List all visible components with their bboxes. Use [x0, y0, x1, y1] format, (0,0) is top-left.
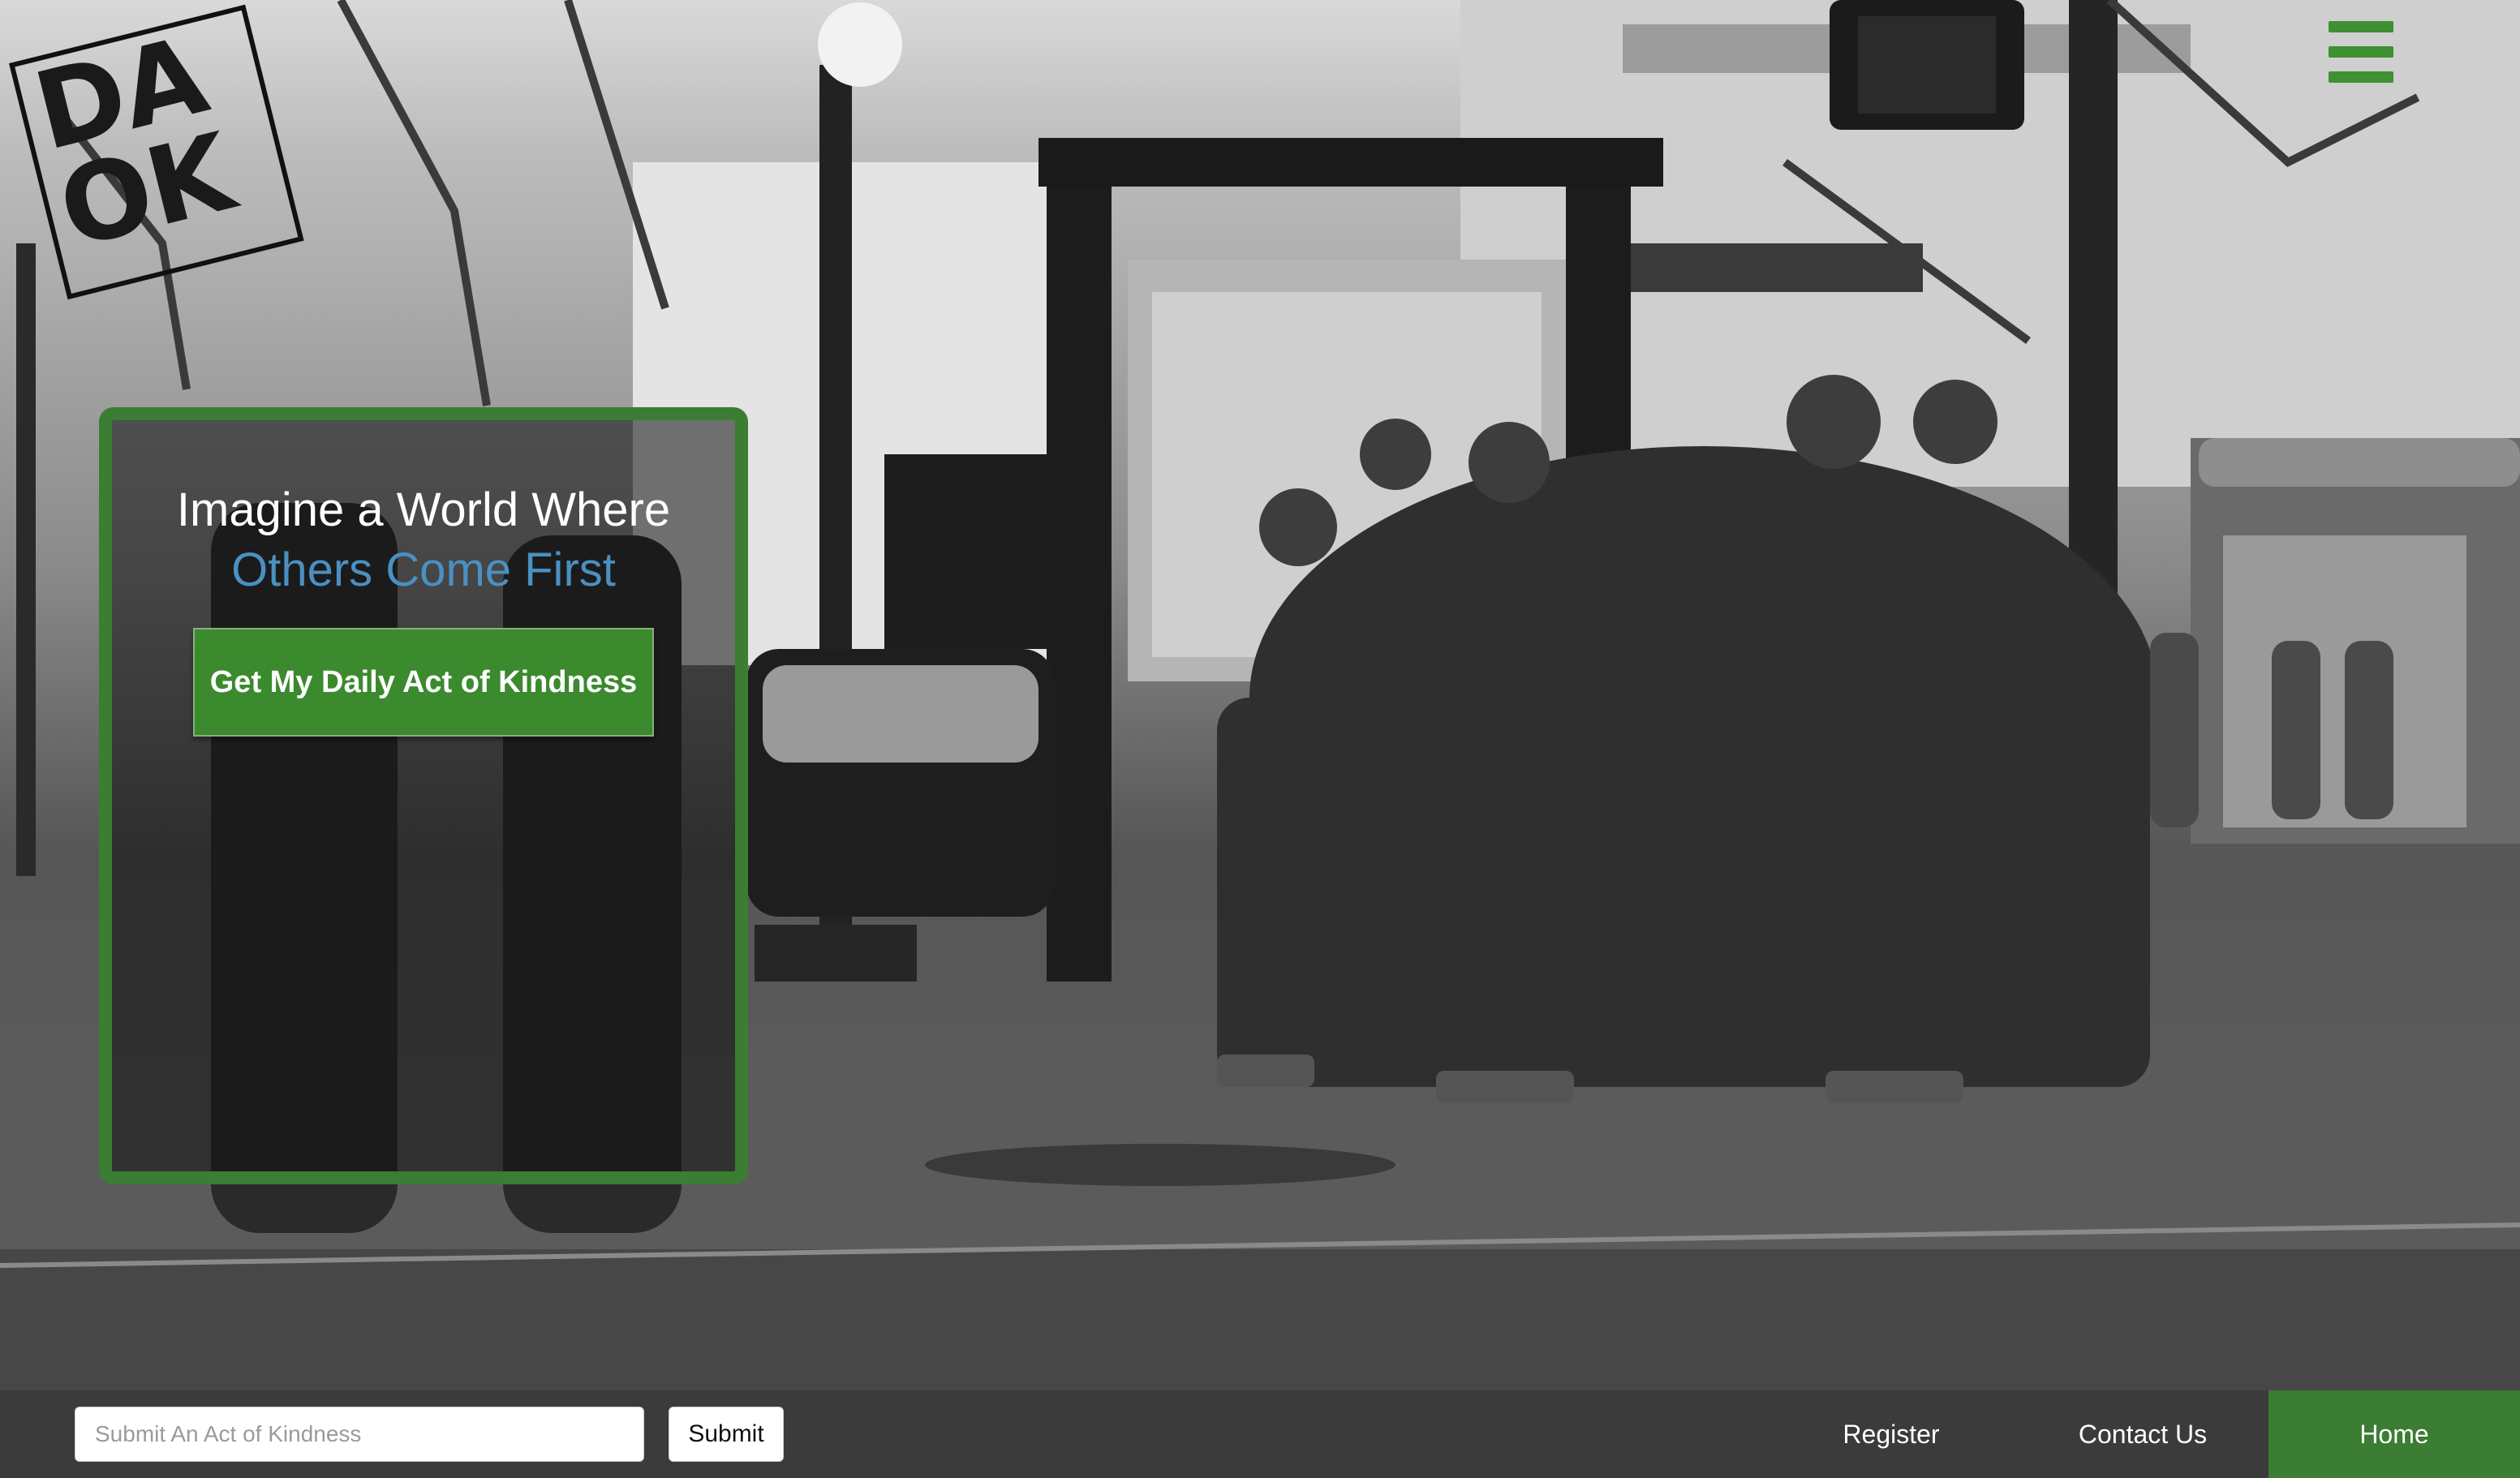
hero-card: Imagine a World Where Others Come First … — [99, 407, 748, 1184]
bottom-bar: Submit Register Contact Us Home — [0, 1390, 2520, 1478]
page: DA OK Imagine a World Where Others Come … — [0, 0, 2520, 1478]
nav-contact-us[interactable]: Contact Us — [2017, 1390, 2268, 1478]
hero-title-line-1: Imagine a World Where — [176, 483, 671, 536]
hamburger-menu-icon[interactable] — [2329, 21, 2393, 83]
daily-act-of-kindness-button[interactable]: Get My Daily Act of Kindness — [193, 628, 654, 737]
main-nav: Register Contact Us Home — [1765, 1390, 2520, 1478]
hamburger-bar — [2329, 71, 2393, 83]
daok-logo[interactable]: DA OK — [0, 0, 316, 300]
nav-register[interactable]: Register — [1765, 1390, 2017, 1478]
submit-button[interactable]: Submit — [669, 1407, 784, 1462]
submit-kindness-input[interactable] — [75, 1407, 644, 1462]
hero-title-line-2: Others Come First — [231, 544, 616, 596]
hamburger-bar — [2329, 46, 2393, 58]
hamburger-bar — [2329, 21, 2393, 32]
nav-home[interactable]: Home — [2268, 1390, 2520, 1478]
